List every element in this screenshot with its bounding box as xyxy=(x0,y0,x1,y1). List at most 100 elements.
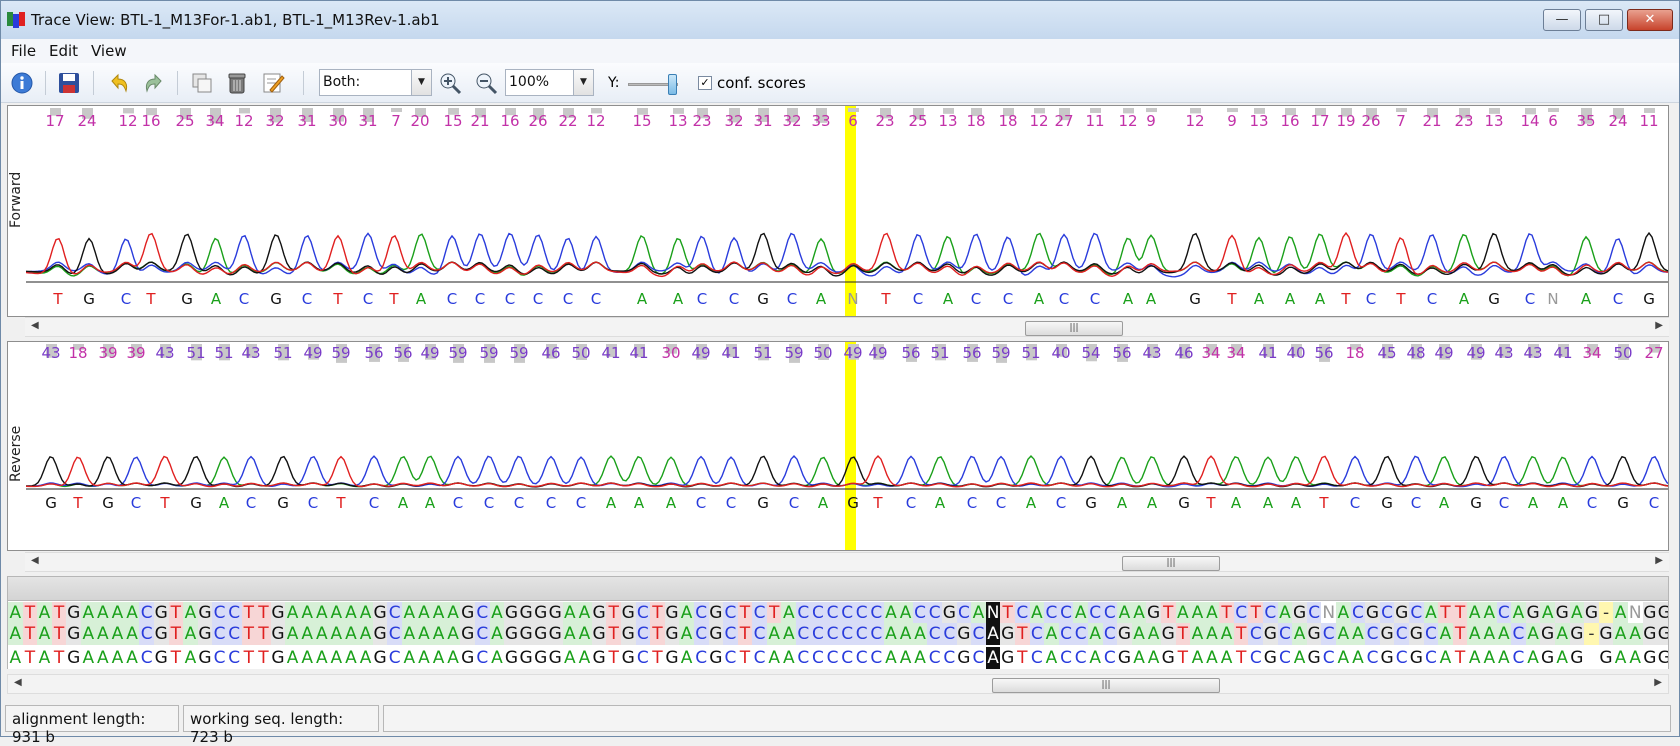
aligned-base[interactable]: C xyxy=(810,602,826,624)
aligned-base[interactable]: G xyxy=(533,647,548,669)
aligned-base[interactable]: T xyxy=(1438,602,1453,624)
aligned-base[interactable]: G xyxy=(373,647,388,669)
base-call[interactable]: A xyxy=(666,494,677,512)
scroll-thumb[interactable]: ||| xyxy=(992,678,1220,693)
aligned-base[interactable]: A xyxy=(285,602,300,624)
aligned-base[interactable]: A xyxy=(358,602,373,624)
aligned-base[interactable]: C xyxy=(212,602,227,624)
aligned-base[interactable]: A xyxy=(1336,623,1351,645)
base-call[interactable]: C xyxy=(1499,494,1509,512)
aligned-base[interactable]: A xyxy=(1438,623,1453,645)
aligned-base[interactable]: G xyxy=(956,623,972,645)
base-call[interactable]: G xyxy=(757,494,769,512)
aligned-base[interactable]: A xyxy=(1554,623,1570,645)
aligned-base[interactable]: - xyxy=(1584,623,1599,645)
aligned-base[interactable]: T xyxy=(256,647,271,669)
aligned-base[interactable]: C xyxy=(1263,602,1278,624)
aligned-base[interactable]: A xyxy=(679,647,694,669)
strand-select[interactable]: Both: ▼ xyxy=(319,69,432,96)
base-call[interactable]: C xyxy=(906,494,916,512)
aligned-base[interactable]: T xyxy=(256,602,271,624)
aligned-base[interactable]: A xyxy=(110,623,125,645)
base-call[interactable]: A xyxy=(1558,494,1569,512)
base-call[interactable]: A xyxy=(1581,290,1592,308)
aligned-base[interactable]: G xyxy=(620,623,636,645)
aligned-base[interactable]: G xyxy=(504,602,519,624)
aligned-base[interactable]: A xyxy=(329,647,344,669)
menu-view[interactable]: View xyxy=(91,42,127,60)
aligned-base[interactable]: G xyxy=(519,647,534,669)
base-call[interactable]: A xyxy=(211,290,222,308)
aligned-base[interactable]: C xyxy=(1102,623,1118,645)
aligned-base[interactable]: G xyxy=(1117,647,1132,669)
aligned-base[interactable]: C xyxy=(693,602,709,624)
aligned-base[interactable]: G xyxy=(1657,602,1668,624)
aligned-base[interactable]: A xyxy=(1292,647,1307,669)
base-call[interactable]: G xyxy=(181,290,193,308)
base-call[interactable]: T xyxy=(335,494,346,512)
aligned-base[interactable]: T xyxy=(1234,647,1249,669)
aligned-base[interactable]: C xyxy=(1102,602,1118,624)
aligned-base[interactable]: A xyxy=(343,623,359,645)
aligned-base[interactable]: G xyxy=(708,602,724,624)
aligned-base[interactable]: A xyxy=(883,602,899,624)
aligned-base[interactable]: T xyxy=(1176,647,1191,669)
aligned-base[interactable]: A xyxy=(417,647,432,669)
aligned-base[interactable]: A xyxy=(1628,647,1643,669)
aligned-base[interactable]: G xyxy=(154,647,169,669)
aligned-base[interactable]: A xyxy=(1481,623,1497,645)
aligned-base[interactable]: T xyxy=(737,602,753,624)
aligned-base[interactable]: C xyxy=(212,623,227,645)
base-call[interactable]: A xyxy=(606,494,617,512)
aligned-base[interactable]: A xyxy=(1190,647,1205,669)
aligned-base[interactable]: A xyxy=(1613,602,1628,624)
aligned-base[interactable]: G xyxy=(1540,623,1555,645)
aligned-base[interactable]: G xyxy=(66,623,81,645)
aligned-base[interactable]: A xyxy=(402,623,417,645)
aligned-base[interactable]: A xyxy=(1336,647,1351,669)
base-call[interactable]: C xyxy=(697,290,707,308)
aligned-base[interactable]: C xyxy=(752,647,767,669)
base-call[interactable]: A xyxy=(943,290,954,308)
save-icon[interactable] xyxy=(57,71,81,95)
aligned-base[interactable]: G xyxy=(547,623,563,645)
base-call[interactable]: G xyxy=(102,494,114,512)
base-call[interactable]: C xyxy=(1613,290,1623,308)
base-call[interactable]: G xyxy=(190,494,202,512)
aligned-base[interactable]: G xyxy=(533,623,548,645)
aligned-base[interactable]: G xyxy=(1569,623,1585,645)
base-call[interactable]: C xyxy=(369,494,379,512)
base-call[interactable]: G xyxy=(1643,290,1655,308)
aligned-base[interactable]: C xyxy=(869,602,884,624)
aligned-base[interactable]: C xyxy=(226,623,242,645)
aligned-base[interactable]: G xyxy=(460,647,475,669)
base-call[interactable]: C xyxy=(475,290,485,308)
aligned-base[interactable]: G xyxy=(460,623,475,645)
aligned-base[interactable]: A xyxy=(80,623,96,645)
base-call[interactable]: A xyxy=(1291,494,1302,512)
base-call[interactable]: A xyxy=(1315,290,1326,308)
aligned-base[interactable]: A xyxy=(679,623,694,645)
aligned-base[interactable]: A xyxy=(1204,623,1220,645)
scroll-left-icon[interactable]: ◀ xyxy=(31,320,39,331)
aligned-base[interactable]: C xyxy=(1103,647,1118,669)
base-call[interactable]: A xyxy=(1459,290,1470,308)
aligned-base[interactable]: C xyxy=(854,623,870,645)
aligned-base[interactable]: C xyxy=(139,623,154,645)
aligned-base[interactable]: G xyxy=(1409,647,1424,669)
aligned-base[interactable]: A xyxy=(1555,647,1570,669)
aligned-base[interactable]: T xyxy=(241,623,257,645)
aligned-base[interactable]: C xyxy=(839,602,855,624)
aligned-base[interactable]: T xyxy=(1015,647,1030,669)
base-call[interactable]: C xyxy=(787,290,797,308)
aligned-base[interactable]: A xyxy=(1131,623,1147,645)
aligned-base[interactable]: C xyxy=(1233,602,1249,624)
scroll-right-icon[interactable]: ▶ xyxy=(1655,320,1663,331)
reverse-chromatogram[interactable]: 43 18 39 39 43 51 51 43 51 49 59 56 56 49 59 59 59 46 50 41… xyxy=(26,342,1669,551)
base-call[interactable]: T xyxy=(1205,494,1216,512)
aligned-base[interactable]: T xyxy=(650,602,665,624)
aligned-base[interactable]: A xyxy=(1423,602,1439,624)
aligned-base[interactable]: A xyxy=(110,647,125,669)
aligned-base[interactable]: G xyxy=(592,647,607,669)
aligned-base[interactable]: A xyxy=(80,602,96,624)
